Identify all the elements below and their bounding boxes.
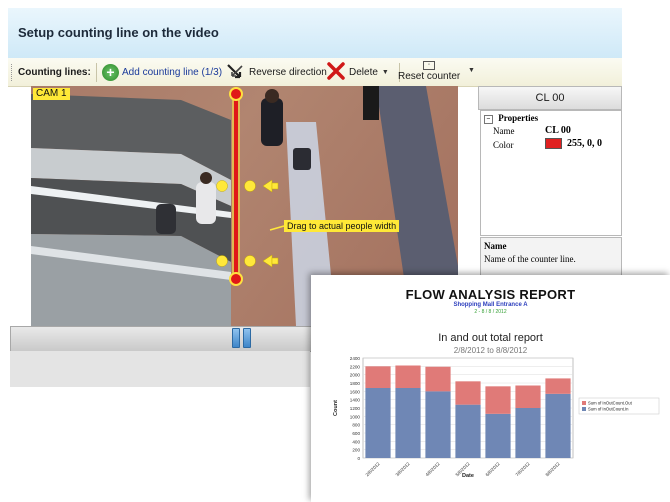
x-tick-label: 8/8/2012 <box>545 461 561 477</box>
y-tick-label: 2200 <box>350 364 361 369</box>
x-tick-label: 6/8/2012 <box>485 461 501 477</box>
delete-label: Delete <box>349 66 378 78</box>
y-tick-label: 400 <box>352 439 360 444</box>
camera-label: CAM 1 <box>33 88 70 100</box>
y-tick-label: 600 <box>352 431 360 436</box>
description-title: Name <box>484 241 507 251</box>
window-header: Setup counting line on the video <box>8 8 622 58</box>
x-tick-label: 4/8/2012 <box>425 461 441 477</box>
x-tick-label: 7/8/2012 <box>515 461 531 477</box>
window-title: Setup counting line on the video <box>18 25 219 40</box>
delete-button[interactable]: Delete ▼ <box>326 61 389 83</box>
chevron-down-icon[interactable]: ▼ <box>382 69 389 76</box>
reset-counter-label: Reset counter <box>398 71 461 82</box>
x-tick-label: 2/8/2012 <box>365 461 381 477</box>
bar-out[interactable] <box>515 385 541 409</box>
pause-icon <box>232 328 240 348</box>
bar-in[interactable] <box>455 404 481 458</box>
counting-lines-label: Counting lines: <box>18 67 91 78</box>
color-swatch <box>545 138 562 149</box>
plus-icon: + <box>102 63 119 81</box>
bar-in[interactable] <box>365 388 391 458</box>
add-counting-line-label: Add counting line (1/3) <box>122 66 223 78</box>
reset-icon: ◦ <box>423 61 436 70</box>
bar-out[interactable] <box>485 386 511 414</box>
bar-in[interactable] <box>545 393 571 458</box>
x-axis-label: Date <box>462 473 474 479</box>
reverse-direction-button[interactable]: Reverse direction <box>226 61 327 83</box>
bar-out[interactable] <box>365 366 391 388</box>
properties-title: CL 00 <box>478 86 622 110</box>
y-tick-label: 1400 <box>350 398 361 403</box>
y-tick-label: 2400 <box>350 356 361 361</box>
reverse-direction-label: Reverse direction <box>249 66 327 78</box>
name-value[interactable]: CL 00 <box>545 125 571 136</box>
stacked-bar-chart: 0 200 400 600 800 1000 1200 1400 1600 1800 2000 220… <box>333 356 660 479</box>
legend-swatch <box>582 401 586 405</box>
delete-x-icon <box>326 61 346 84</box>
toolbar: Counting lines: + Add counting line (1/3… <box>8 58 622 87</box>
y-tick-label: 1200 <box>350 406 361 411</box>
reset-counter-button[interactable]: ◦ Reset counter <box>398 61 460 83</box>
collapse-icon[interactable]: − <box>484 115 493 124</box>
bar-in[interactable] <box>515 408 541 458</box>
y-tick-label: 1600 <box>350 389 361 394</box>
status-area <box>10 351 310 387</box>
properties-group[interactable]: − Properties <box>484 113 538 124</box>
chevron-down-icon[interactable]: ▼ <box>468 67 475 74</box>
properties-group-label: Properties <box>498 113 539 123</box>
y-tick-label: 1800 <box>350 381 361 386</box>
drag-hint-label: Drag to actual people width <box>284 220 400 232</box>
description-text: Name of the counter line. <box>484 254 576 264</box>
legend-label: Sum of InOutCount.Out <box>588 401 633 406</box>
flow-analysis-report: FLOW ANALYSIS REPORT Shopping Mall Entra… <box>311 275 670 502</box>
bar-in[interactable] <box>425 391 451 458</box>
pause-icon <box>243 328 251 348</box>
bar-in[interactable] <box>395 388 421 458</box>
properties-grid: − Properties Name CL 00 Color 255, 0, 0 <box>480 110 622 236</box>
reverse-icon <box>226 61 246 84</box>
toolbar-separator <box>96 63 97 82</box>
legend-label: Sum of InOutCount.In <box>588 407 629 412</box>
y-tick-label: 1000 <box>350 414 361 419</box>
playback-bar[interactable] <box>10 326 312 352</box>
pause-button[interactable] <box>232 328 254 348</box>
bar-out[interactable] <box>545 378 571 394</box>
legend-swatch <box>582 407 586 411</box>
color-key: Color <box>493 140 514 150</box>
color-value-field[interactable]: 255, 0, 0 <box>545 138 602 149</box>
y-tick-label: 2000 <box>350 373 361 378</box>
property-description: Name Name of the counter line. <box>480 237 622 279</box>
bar-out[interactable] <box>395 365 421 389</box>
y-tick-label: 800 <box>352 423 360 428</box>
y-tick-label: 0 <box>357 456 360 461</box>
toolbar-grip[interactable] <box>11 64 15 81</box>
add-counting-line-button[interactable]: + Add counting line (1/3) <box>102 61 222 83</box>
color-value: 255, 0, 0 <box>567 138 602 149</box>
x-tick-label: 3/8/2012 <box>395 461 411 477</box>
y-tick-label: 200 <box>352 448 360 453</box>
bar-in[interactable] <box>485 413 511 458</box>
bar-out[interactable] <box>425 366 451 392</box>
bar-out[interactable] <box>455 381 481 405</box>
name-key: Name <box>493 126 515 136</box>
y-axis-label: Count <box>333 400 339 416</box>
